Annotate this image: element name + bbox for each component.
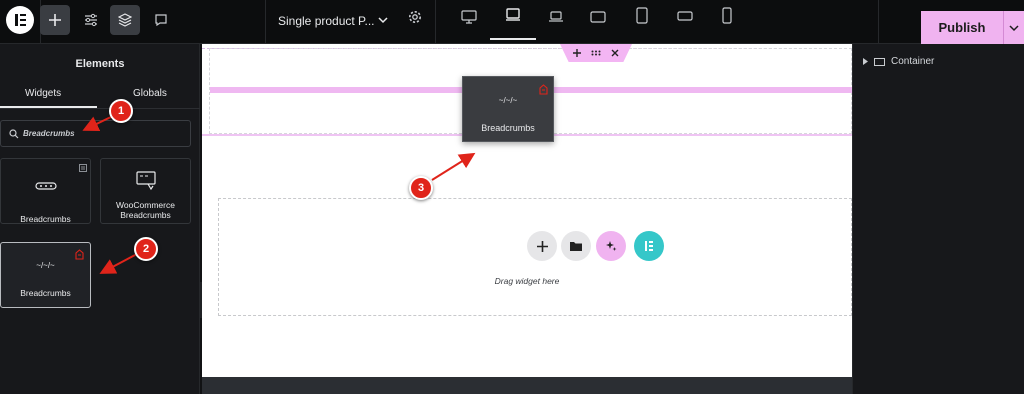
drag-handle-icon[interactable] bbox=[591, 50, 601, 56]
desktop-icon[interactable] bbox=[461, 10, 477, 24]
chevron-down-icon[interactable] bbox=[378, 16, 388, 24]
annotation-badge-2: 2 bbox=[134, 237, 158, 261]
breadcrumbs-icon bbox=[35, 182, 57, 190]
pro-badge-icon bbox=[75, 249, 84, 260]
layers-icon bbox=[118, 13, 132, 27]
canvas-footer bbox=[202, 377, 852, 394]
publish-label: Publish bbox=[938, 20, 986, 35]
annotation-badge-1: 1 bbox=[109, 99, 133, 123]
add-icon bbox=[49, 14, 61, 26]
widget-label: Breadcrumbs bbox=[20, 214, 71, 224]
widget-breadcrumbs-pro[interactable]: Breadcrumbs bbox=[0, 158, 91, 224]
caret-right-icon bbox=[863, 58, 868, 65]
laptop-small-icon[interactable] bbox=[548, 10, 564, 24]
navigator-panel: Container bbox=[852, 44, 1024, 394]
mobile-landscape-icon[interactable] bbox=[677, 10, 693, 22]
panel-title: Elements bbox=[75, 58, 125, 70]
search-icon bbox=[9, 129, 19, 139]
structure-button[interactable] bbox=[110, 5, 140, 35]
comments-icon bbox=[155, 14, 167, 27]
container-icon bbox=[874, 57, 885, 66]
active-device-indicator bbox=[490, 38, 536, 40]
search-value: Breadcrumbs bbox=[23, 129, 75, 138]
tab-globals[interactable]: Globals bbox=[133, 88, 167, 99]
notes-button[interactable] bbox=[146, 5, 176, 35]
elementor-logo-icon[interactable] bbox=[6, 6, 34, 34]
woocommerce-breadcrumbs-icon bbox=[136, 171, 156, 191]
pro-badge-icon bbox=[539, 84, 548, 95]
top-bar: Single product P... Publish bbox=[0, 0, 1024, 44]
ghost-label: Breadcrumbs bbox=[481, 123, 535, 133]
add-icon[interactable] bbox=[573, 49, 581, 57]
add-icon bbox=[536, 240, 548, 252]
add-template-button[interactable] bbox=[561, 231, 591, 261]
publish-options-button[interactable] bbox=[1004, 24, 1024, 32]
navigator-item-label: Container bbox=[891, 56, 935, 67]
active-tab-indicator bbox=[0, 106, 97, 108]
widget-breadcrumbs-selected[interactable]: ~/~/~ Breadcrumbs bbox=[0, 242, 91, 308]
tablet-landscape-icon[interactable] bbox=[590, 10, 606, 24]
search-input[interactable]: Breadcrumbs bbox=[0, 120, 191, 147]
ai-sparkle-icon bbox=[606, 241, 617, 251]
add-element-button[interactable] bbox=[40, 5, 70, 35]
elementor-icon bbox=[645, 241, 653, 251]
breadcrumbs-text-icon: ~/~/~ bbox=[498, 96, 518, 105]
navigator-item-container[interactable]: Container bbox=[863, 56, 934, 67]
widget-woocommerce-breadcrumbs[interactable]: WooCommerce Breadcrumbs bbox=[100, 158, 191, 224]
widget-label: WooCommerce Breadcrumbs bbox=[116, 200, 175, 220]
container-handle[interactable] bbox=[560, 44, 632, 62]
publish-button[interactable]: Publish bbox=[921, 11, 1024, 44]
elements-panel: Elements Widgets Globals Breadcrumbs Bre… bbox=[0, 44, 200, 394]
drop-hint: Drag widget here bbox=[494, 276, 560, 286]
settings-sliders-icon bbox=[85, 13, 97, 27]
ai-button[interactable] bbox=[596, 231, 626, 261]
tablet-portrait-icon[interactable] bbox=[636, 7, 648, 24]
chevron-down-icon bbox=[1009, 24, 1019, 31]
dragged-widget-ghost[interactable]: ~/~/~ Breadcrumbs bbox=[462, 76, 554, 142]
breadcrumbs-text-icon: ~/~/~ bbox=[36, 261, 55, 270]
elementor-library-button[interactable] bbox=[634, 231, 664, 261]
close-icon[interactable] bbox=[611, 49, 619, 57]
mobile-icon[interactable] bbox=[722, 7, 732, 24]
folder-icon bbox=[570, 242, 582, 251]
annotation-badge-3: 3 bbox=[409, 176, 433, 200]
tab-widgets[interactable]: Widgets bbox=[25, 88, 61, 99]
site-settings-button[interactable] bbox=[76, 5, 106, 35]
widget-label: Breadcrumbs bbox=[20, 288, 71, 298]
pro-badge-icon bbox=[79, 164, 87, 172]
gear-icon[interactable] bbox=[408, 10, 422, 24]
add-section-button[interactable] bbox=[527, 231, 557, 261]
laptop-icon[interactable] bbox=[505, 8, 521, 22]
page-title[interactable]: Single product P... bbox=[278, 14, 375, 28]
